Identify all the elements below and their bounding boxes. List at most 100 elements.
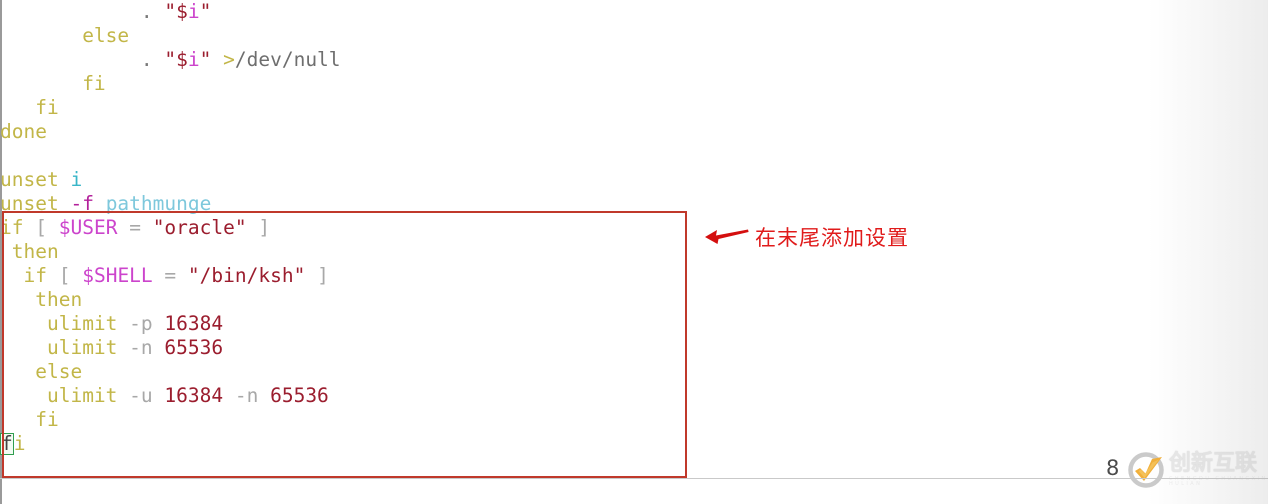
code-line[interactable]: fi xyxy=(0,408,1000,432)
code-token: fi xyxy=(35,96,59,119)
code-token: "$ xyxy=(164,48,188,71)
code-token: ulimit xyxy=(46,312,118,335)
code-token: = xyxy=(129,216,141,239)
code-token: -p xyxy=(129,312,153,335)
code-token: if xyxy=(23,264,47,287)
code-line[interactable]: unset i xyxy=(0,168,1000,192)
code-token: 65536 xyxy=(270,384,329,407)
code-line[interactable] xyxy=(0,144,1000,168)
code-token: ulimit xyxy=(46,384,118,407)
code-line[interactable]: ulimit -n 65536 xyxy=(0,336,1000,360)
watermark-name: 创新互联 xyxy=(1169,451,1258,476)
code-token: /dev/null xyxy=(234,48,341,71)
code-token: -n xyxy=(234,384,259,407)
code-token: then xyxy=(35,288,83,311)
code-line[interactable]: fi xyxy=(0,96,1000,120)
code-line[interactable]: unset -f pathmunge xyxy=(0,192,1000,216)
annotation-label: 在末尾添加设置 xyxy=(755,226,909,250)
code-token: = xyxy=(164,264,177,287)
code-token: "/bin/ksh" xyxy=(187,264,306,287)
code-line[interactable]: fi xyxy=(0,432,1000,456)
code-token: then xyxy=(11,240,59,263)
code-token: else xyxy=(82,24,130,47)
code-line[interactable]: then xyxy=(0,288,1000,312)
code-token: > xyxy=(223,48,235,71)
code-token: 16384 xyxy=(164,384,224,407)
code-token: ] xyxy=(317,264,329,287)
left-arrow-icon xyxy=(703,226,749,248)
code-token: "oracle" xyxy=(152,216,247,239)
code-token: pathmunge xyxy=(105,192,212,215)
code-line[interactable]: . "$i" >/dev/null xyxy=(0,48,1000,72)
code-token: " xyxy=(199,48,212,71)
code-token: . xyxy=(140,48,153,71)
code-token: 65536 xyxy=(164,336,224,359)
code-token: i xyxy=(13,432,26,455)
code-token: ulimit xyxy=(46,336,118,359)
code-line[interactable]: if [ $SHELL = "/bin/ksh" ] xyxy=(0,264,1000,288)
code-token: -f xyxy=(70,192,94,215)
code-line[interactable]: . "$i" xyxy=(0,0,1000,24)
code-token: i xyxy=(187,48,200,71)
watermark: 创新互联 CHENGDU CHUANGXIN HULIAN xyxy=(1128,452,1268,488)
code-line[interactable]: done xyxy=(0,120,1000,144)
code-token: i xyxy=(187,0,200,23)
code-token: unset xyxy=(0,192,59,215)
watermark-logo-icon xyxy=(1128,452,1164,488)
code-token: . xyxy=(140,0,153,23)
code-token: " xyxy=(199,0,212,23)
code-token: fi xyxy=(35,408,59,431)
text-cursor: f xyxy=(0,432,14,455)
code-token: if xyxy=(0,216,24,239)
code-token: else xyxy=(35,360,83,383)
annotation-callout: 在末尾添加设置 xyxy=(703,222,909,252)
code-token: unset xyxy=(0,168,59,191)
code-line[interactable]: else xyxy=(0,24,1000,48)
page-number: 8 xyxy=(1106,456,1120,480)
code-token: i xyxy=(70,168,83,191)
bottom-rule xyxy=(0,478,1268,479)
code-line[interactable]: fi xyxy=(0,72,1000,96)
code-line[interactable]: ulimit -u 16384 -n 65536 xyxy=(0,384,1000,408)
code-token: 16384 xyxy=(164,312,224,335)
code-token: $USER xyxy=(58,216,118,239)
code-line[interactable]: ulimit -p 16384 xyxy=(0,312,1000,336)
code-token: done xyxy=(0,120,47,143)
right-edge-shade xyxy=(1148,0,1268,504)
code-line[interactable]: else xyxy=(0,360,1000,384)
watermark-text: 创新互联 CHENGDU CHUANGXIN HULIAN xyxy=(1169,453,1268,487)
code-token: "$ xyxy=(164,0,188,23)
